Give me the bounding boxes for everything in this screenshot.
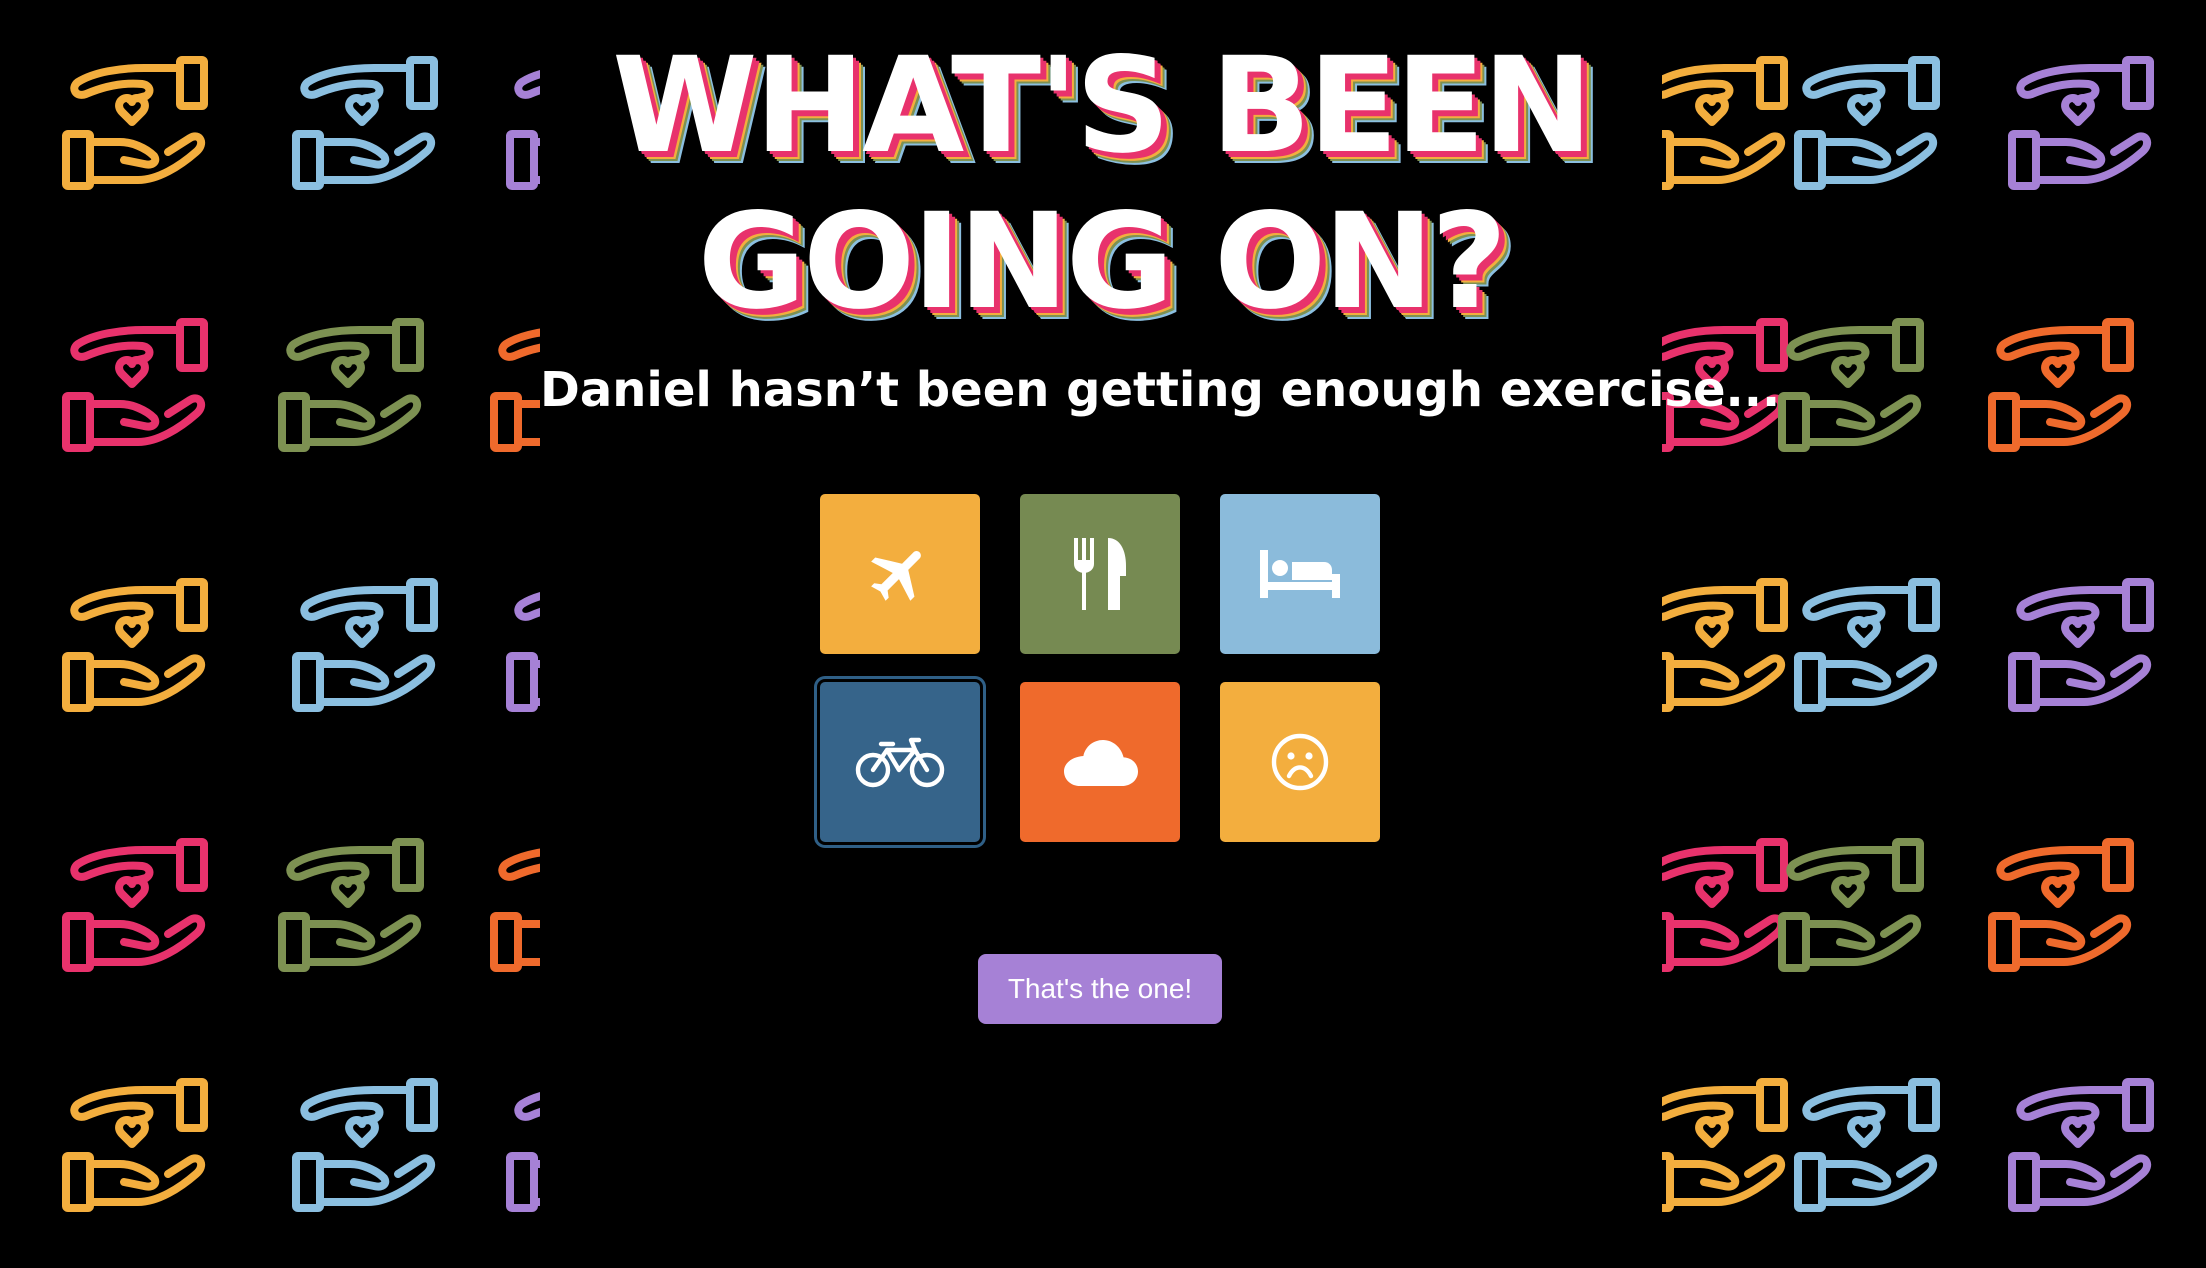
fork-knife-icon (1074, 538, 1126, 610)
hand-heart-icon (58, 560, 214, 720)
hand-heart-icon (1790, 38, 1946, 198)
hand-heart-icon (1790, 560, 1946, 720)
hand-heart-icon (2004, 1060, 2160, 1220)
option-mood-tile[interactable] (1220, 682, 1380, 842)
hand-heart-icon (274, 820, 430, 980)
hand-heart-icon (1790, 1060, 1946, 1220)
hand-heart-icon (502, 560, 540, 720)
cloud-icon (1064, 740, 1138, 786)
page-title-line-2: GOING ON? (697, 185, 1508, 339)
background-pattern-right (1662, 0, 2206, 1268)
hand-heart-icon (288, 560, 444, 720)
background-pattern-left (0, 0, 540, 1268)
hand-heart-icon (1984, 300, 2140, 460)
hand-heart-icon (502, 38, 540, 198)
hand-heart-icon (1662, 38, 1794, 198)
option-food-tile[interactable] (1020, 494, 1180, 654)
hand-heart-icon (58, 1060, 214, 1220)
prompt-subtitle: Daniel hasn’t been getting enough exerci… (540, 362, 1781, 418)
hand-heart-icon (1662, 1060, 1794, 1220)
option-sleep-tile[interactable] (1220, 494, 1380, 654)
hand-heart-icon (486, 300, 540, 460)
airplane-icon (871, 551, 921, 601)
option-exercise-tile[interactable] (820, 682, 980, 842)
option-travel-tile[interactable] (820, 494, 980, 654)
main-panel: WHAT'S BEEN GOING ON? Daniel hasn’t been… (540, 0, 1781, 1268)
hand-heart-icon (58, 300, 214, 460)
submit-button[interactable]: That's the one! (978, 954, 1222, 1024)
hand-heart-icon (1774, 300, 1930, 460)
hand-heart-icon (288, 38, 444, 198)
hand-heart-icon (58, 38, 214, 198)
page-title-line-1: WHAT'S BEEN (612, 29, 1593, 183)
hand-heart-icon (2004, 560, 2160, 720)
bed-icon (1260, 550, 1340, 598)
hand-heart-icon (1662, 560, 1794, 720)
hand-heart-icon (58, 820, 214, 980)
bicycle-icon (855, 737, 945, 788)
hand-heart-icon (502, 1060, 540, 1220)
hand-heart-icon (2004, 38, 2160, 198)
option-weather-tile[interactable] (1020, 682, 1180, 842)
hand-heart-icon (288, 1060, 444, 1220)
sad-face-icon (1271, 733, 1329, 791)
hand-heart-icon (486, 820, 540, 980)
hand-heart-icon (1984, 820, 2140, 980)
hand-heart-icon (274, 300, 430, 460)
hand-heart-icon (1774, 820, 1930, 980)
